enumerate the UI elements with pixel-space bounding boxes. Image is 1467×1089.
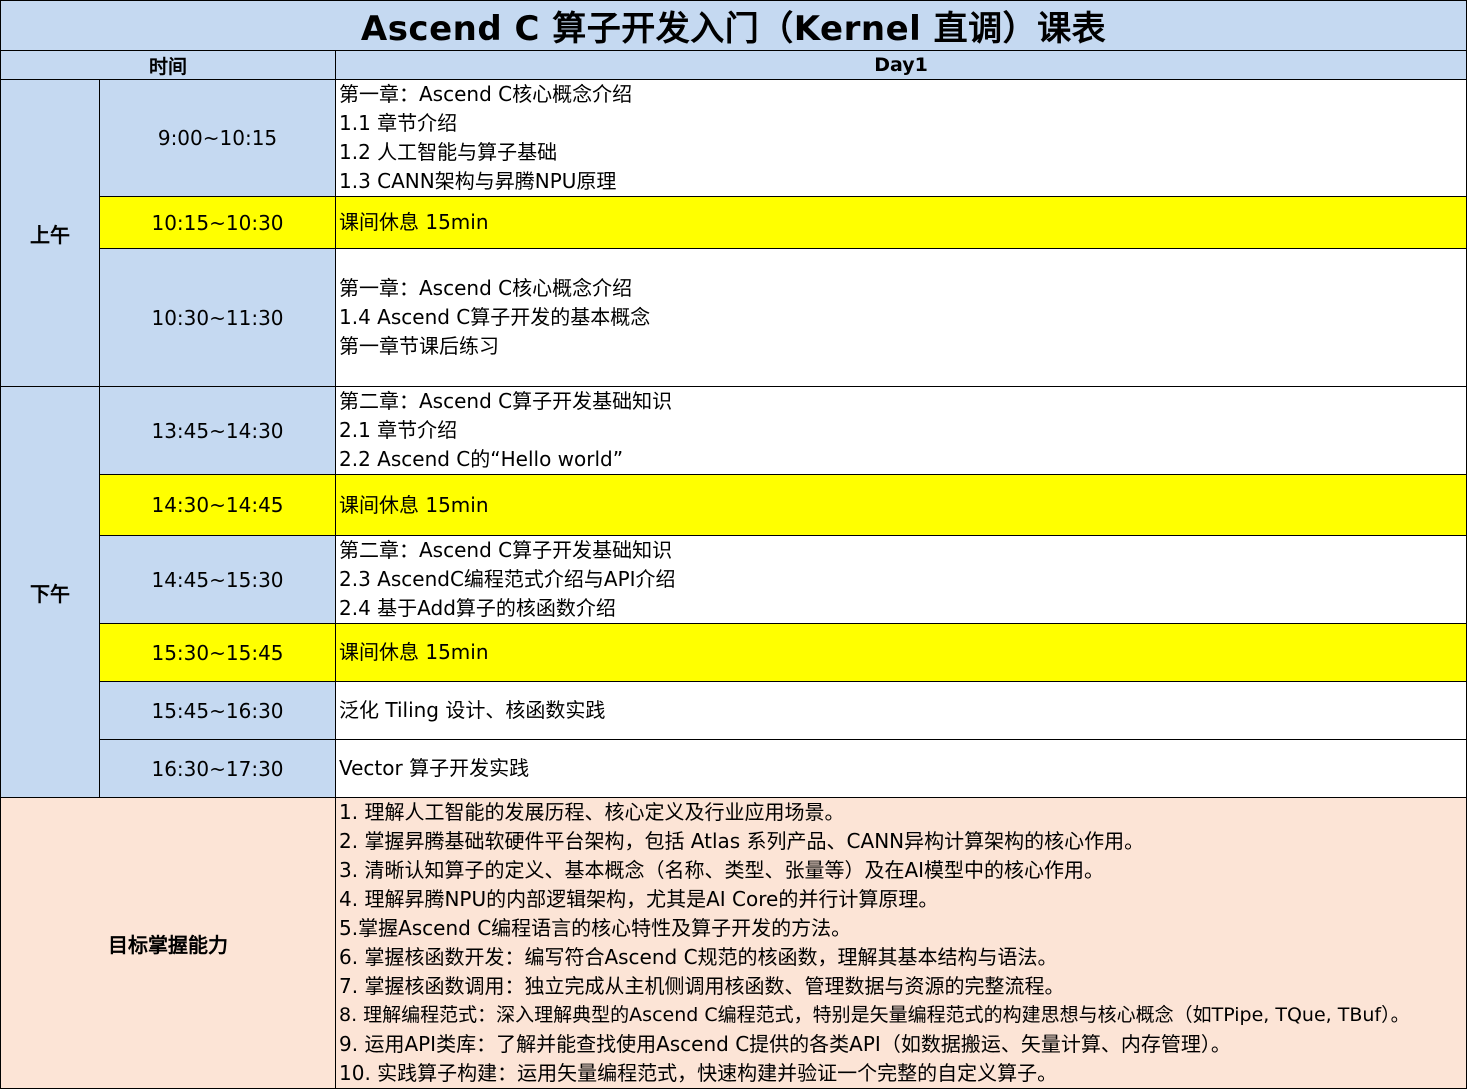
content-line: 泛化 Tiling 设计、核函数实践 [339,698,606,722]
break-time-slot: 10:15~10:30 [99,196,336,249]
break-content: 课间休息 15min [334,196,1467,249]
time-slot: 10:30~11:30 [99,248,336,387]
time-slot: 9:00~10:15 [99,79,336,197]
goal-item: 7. 掌握核函数调用：独立完成从主机侧调用核函数、管理数据与资源的完整流程。 [339,974,1065,998]
content-line: 2.2 Ascend C的“Hello world” [339,447,624,471]
content-line: 1.2 人工智能与算子基础 [339,140,558,164]
content-line: 课间休息 15min [339,492,489,517]
time-column-header: 时间 [0,50,336,80]
content-line: 第二章：Ascend C算子开发基础知识 [339,538,673,562]
content-line: 1.3 CANN架构与昇腾NPU原理 [339,169,617,193]
time-slot: 14:45~15:30 [99,535,336,624]
period-afternoon: 下午 [0,386,100,798]
break-time-slot: 15:30~15:45 [99,623,336,682]
content-line: 1.1 章节介绍 [339,111,458,135]
goals-list: 1. 理解人工智能的发展历程、核心定义及行业应用场景。 2. 掌握昇腾基础软硬件… [334,797,1467,1089]
content-line: 第一章：Ascend C核心概念介绍 [339,82,633,106]
content-line: 2.1 章节介绍 [339,418,458,442]
break-content: 课间休息 15min [334,474,1467,536]
goal-item: 2. 掌握昇腾基础软硬件平台架构，包括 Atlas 系列产品、CANN异构计算架… [339,829,1145,853]
goal-item: 6. 掌握核函数开发：编写符合Ascend C规范的核函数，理解其基本结构与语法… [339,945,1058,969]
goal-item: 8. 理解编程范式：深入理解典型的Ascend C编程范式，特别是矢量编程范式的… [339,1004,1410,1026]
schedule-title: Ascend C 算子开发入门（Kernel 直调）课表 [0,0,1467,51]
session-content: 第一章：Ascend C核心概念介绍 1.1 章节介绍 1.2 人工智能与算子基… [334,79,1467,197]
session-content: 第二章：Ascend C算子开发基础知识 2.3 AscendC编程范式介绍与A… [334,535,1467,624]
content-line: 1.4 Ascend C算子开发的基本概念 [339,305,651,329]
goal-item: 5.掌握Ascend C编程语言的核心特性及算子开发的方法。 [339,916,852,940]
period-morning: 上午 [0,79,100,387]
day1-column-header: Day1 [334,50,1467,80]
goal-item: 9. 运用API类库：了解并能查找使用Ascend C提供的各类API（如数据搬… [339,1032,1231,1056]
content-line: 课间休息 15min [339,210,489,234]
content-line: 课间休息 15min [339,640,489,664]
goal-item: 3. 清晰认知算子的定义、基本概念（名称、类型、张量等）及在AI模型中的核心作用… [339,858,1105,882]
goal-item: 1. 理解人工智能的发展历程、核心定义及行业应用场景。 [339,800,845,824]
content-line: 2.3 AscendC编程范式介绍与API介绍 [339,567,676,591]
content-line: Vector 算子开发实践 [339,756,530,780]
content-line: 第一章节课后练习 [339,334,499,358]
schedule-table: Ascend C 算子开发入门（Kernel 直调）课表 时间 Day1 上午 … [0,0,1467,1089]
time-slot: 16:30~17:30 [99,739,336,798]
goal-item: 4. 理解昇腾NPU的内部逻辑架构，尤其是AI Core的并行计算原理。 [339,887,939,911]
content-line: 2.4 基于Add算子的核函数介绍 [339,596,616,620]
goals-label: 目标掌握能力 [0,797,336,1089]
goal-item: 10. 实践算子构建：运用矢量编程范式，快速构建并验证一个完整的自定义算子。 [339,1061,1058,1085]
content-line: 第二章：Ascend C算子开发基础知识 [339,389,673,413]
content-line: 第一章：Ascend C核心概念介绍 [339,276,633,300]
time-slot: 15:45~16:30 [99,681,336,740]
session-content: 第一章：Ascend C核心概念介绍 1.4 Ascend C算子开发的基本概念… [334,248,1467,387]
time-slot: 13:45~14:30 [99,386,336,475]
break-time-slot: 14:30~14:45 [99,474,336,536]
session-content: 第二章：Ascend C算子开发基础知识 2.1 章节介绍 2.2 Ascend… [334,386,1467,475]
break-content: 课间休息 15min [334,623,1467,682]
session-content: 泛化 Tiling 设计、核函数实践 [334,681,1467,740]
session-content: Vector 算子开发实践 [334,739,1467,798]
